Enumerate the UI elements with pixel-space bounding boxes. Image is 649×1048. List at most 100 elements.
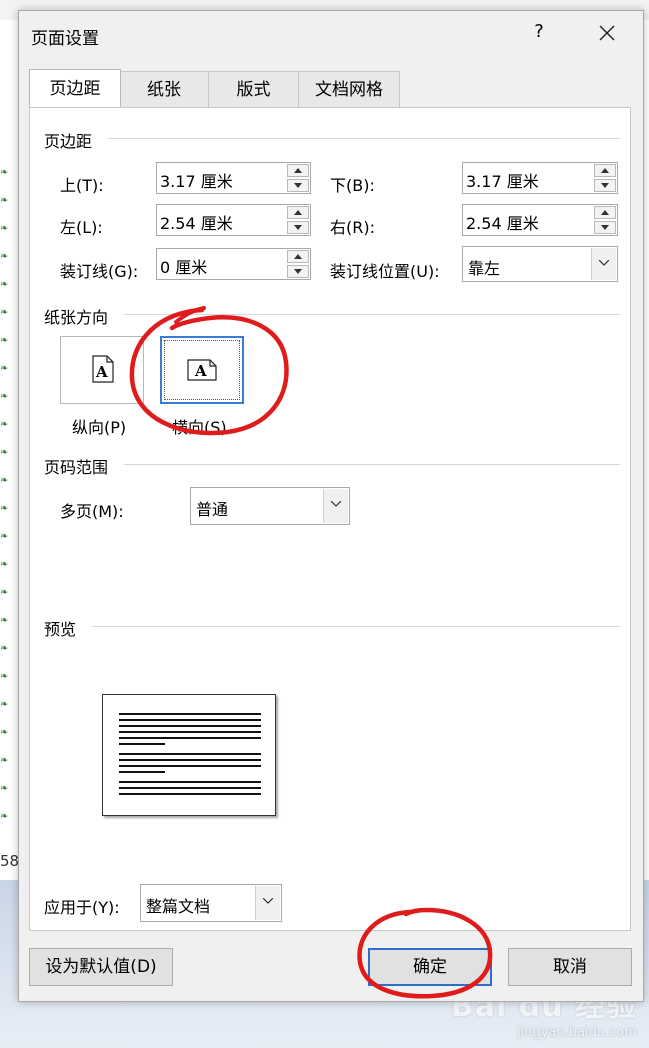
bullet-mark-icon: ❧ — [0, 727, 9, 738]
tab-paper[interactable]: 纸张 — [119, 71, 209, 107]
tab-layout[interactable]: 版式 — [208, 71, 299, 107]
gutter-position-value: 靠左 — [468, 259, 501, 278]
bullet-mark-icon: ❧ — [0, 475, 9, 486]
host-document-left-margin: ❧ ❧ ❧ ❧ ❧ ❧ ❧ ❧ ❧ ❧ ❧ ❧ ❧ ❧ ❧ ❧ ❧ ❧ ❧ ❧ ❧ ❧ ❧ ❧ — [0, 20, 19, 880]
spin-up-button[interactable] — [287, 164, 309, 177]
triangle-down-icon — [294, 225, 302, 230]
watermark-url: jingyan.baidu.com — [517, 1025, 637, 1040]
bottom-margin-label: 下(B): — [330, 176, 375, 195]
preview-group-title: 预览 — [44, 620, 77, 639]
right-margin-label: 右(R): — [330, 218, 375, 237]
tab-margins[interactable]: 页边距 — [29, 69, 121, 107]
close-icon — [599, 25, 615, 41]
multiple-pages-select[interactable]: 普通 — [190, 487, 350, 525]
spin-down-button[interactable] — [594, 179, 616, 192]
spin-up-button[interactable] — [594, 164, 616, 177]
portrait-option[interactable]: A — [60, 336, 144, 404]
gutter-position-select[interactable]: 靠左 — [462, 246, 618, 282]
top-margin-input[interactable]: 3.17 厘米 — [156, 162, 311, 194]
top-margin-label: 上(T): — [60, 176, 104, 195]
bullet-mark-icon: ❧ — [0, 671, 9, 682]
bullet-mark-icon: ❧ — [0, 279, 9, 290]
spin-up-button[interactable] — [594, 206, 616, 219]
bullet-mark-icon: ❧ — [0, 363, 9, 374]
page-setup-dialog: 页面设置 ? 页边距 纸张 版式 文档网格 页边距 上(T): 3.17 厘米 … — [18, 10, 644, 1002]
preview-text-line — [119, 765, 261, 767]
top-margin-spinner — [287, 164, 309, 192]
dialog-title: 页面设置 — [31, 29, 99, 49]
host-page-number: 58 — [0, 852, 20, 870]
preview-text-line — [119, 737, 261, 739]
bullet-mark-icon: ❧ — [0, 643, 9, 654]
triangle-up-icon — [294, 254, 302, 259]
preview-text-line — [119, 725, 261, 727]
orientation-group-divider — [124, 314, 620, 315]
preview-text-line — [119, 743, 165, 745]
landscape-label[interactable]: 横向(S) — [172, 414, 227, 438]
portrait-letter: A — [96, 363, 108, 381]
triangle-up-icon — [294, 168, 302, 173]
bottom-margin-value: 3.17 厘米 — [466, 172, 539, 191]
help-button[interactable]: ? — [529, 21, 549, 42]
cancel-button[interactable]: 取消 — [508, 948, 632, 986]
bullet-mark-icon: ❧ — [0, 559, 9, 570]
page-preview — [102, 694, 276, 816]
bullet-mark-icon: ❧ — [0, 587, 9, 598]
pages-group-title: 页码范围 — [44, 458, 109, 477]
bullet-mark-icon: ❧ — [0, 811, 9, 822]
spin-down-button[interactable] — [287, 265, 309, 278]
gutter-position-label: 装订线位置(U): — [330, 262, 440, 281]
preview-text-line — [119, 781, 261, 783]
bullet-mark-icon: ❧ — [0, 419, 9, 430]
apply-to-select[interactable]: 整篇文档 — [140, 884, 282, 922]
margins-group-title: 页边距 — [44, 132, 93, 151]
bullet-mark-icon: ❧ — [0, 335, 9, 346]
spin-down-button[interactable] — [287, 221, 309, 234]
bottom-margin-input[interactable]: 3.17 厘米 — [462, 162, 618, 194]
preview-group-divider — [92, 626, 620, 627]
bullet-mark-icon: ❧ — [0, 699, 9, 710]
multiple-pages-label: 多页(M): — [60, 502, 124, 521]
margins-group-divider — [108, 138, 620, 139]
portrait-label[interactable]: 纵向(P) — [72, 414, 126, 438]
dropdown-arrow-button[interactable] — [591, 248, 616, 280]
triangle-down-icon — [601, 183, 609, 188]
bullet-mark-icon: ❧ — [0, 531, 9, 542]
preview-text-line — [119, 731, 261, 733]
preview-text-line — [119, 713, 261, 715]
dropdown-arrow-button[interactable] — [255, 886, 280, 920]
preview-text-line — [119, 753, 261, 755]
apply-to-value: 整篇文档 — [146, 897, 211, 916]
pages-group-divider — [124, 464, 620, 465]
close-button[interactable] — [597, 23, 617, 43]
ok-button[interactable]: 确定 — [368, 948, 492, 986]
preview-text-line — [119, 787, 261, 789]
bullet-mark-icon: ❧ — [0, 447, 9, 458]
bullet-mark-icon: ❧ — [0, 195, 9, 206]
tab-document-grid[interactable]: 文档网格 — [298, 71, 400, 107]
preview-text-line — [119, 719, 261, 721]
landscape-letter: A — [195, 362, 207, 380]
triangle-down-icon — [294, 269, 302, 274]
bullet-mark-icon: ❧ — [0, 167, 9, 178]
multiple-pages-value: 普通 — [196, 500, 229, 519]
right-margin-spinner — [594, 206, 616, 234]
spin-up-button[interactable] — [287, 206, 309, 219]
dropdown-arrow-button[interactable] — [323, 489, 348, 523]
orientation-group-title: 纸张方向 — [44, 308, 109, 327]
landscape-option[interactable]: A — [160, 336, 244, 404]
spin-down-button[interactable] — [594, 221, 616, 234]
spin-up-button[interactable] — [287, 250, 309, 263]
spin-down-button[interactable] — [287, 179, 309, 192]
apply-to-label: 应用于(Y): — [44, 898, 120, 917]
right-margin-input[interactable]: 2.54 厘米 — [462, 204, 618, 236]
chevron-down-icon — [331, 501, 341, 507]
left-margin-input[interactable]: 2.54 厘米 — [156, 204, 311, 236]
gutter-label: 装订线(G): — [60, 262, 139, 281]
preview-text-line — [119, 793, 261, 795]
gutter-input[interactable]: 0 厘米 — [156, 248, 311, 280]
set-default-button[interactable]: 设为默认值(D) — [29, 948, 173, 986]
chevron-down-icon — [263, 898, 273, 904]
chevron-down-icon — [599, 260, 609, 266]
bullet-mark-icon: ❧ — [0, 783, 9, 794]
